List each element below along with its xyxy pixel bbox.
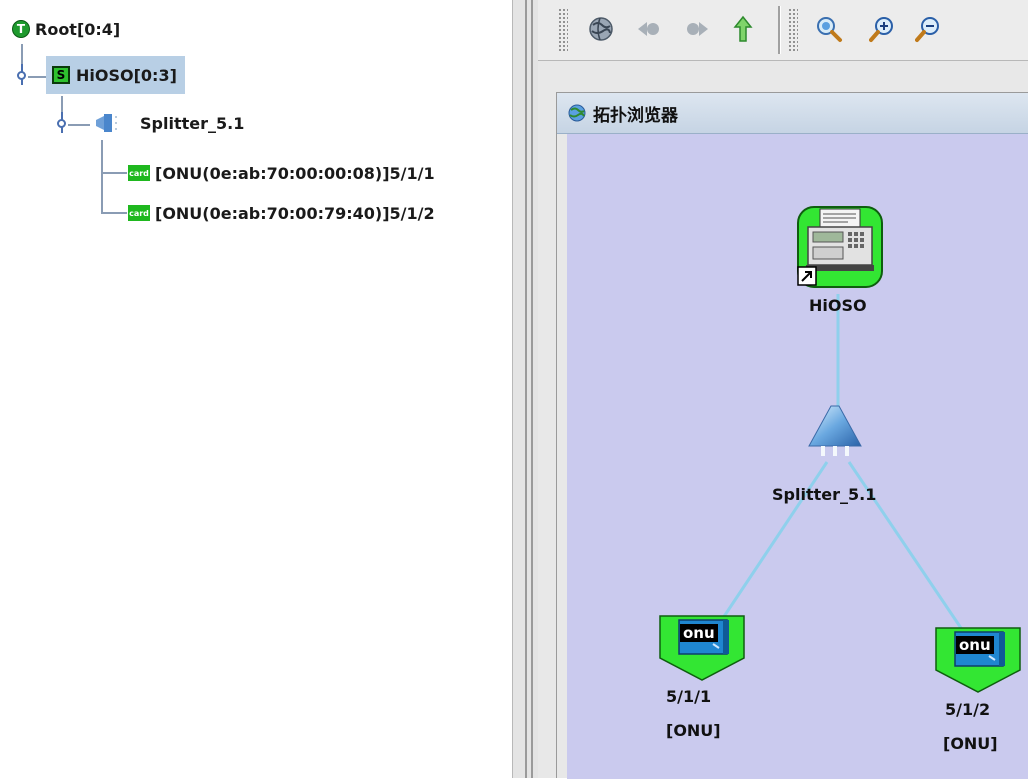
tree-line [68,124,90,126]
splitter-tree-icon [96,114,117,132]
globe-icon [568,104,586,122]
back-icon[interactable] [634,14,664,44]
tree-line [28,76,46,78]
tree-node-onu[interactable]: card [ONU(0e:ab:70:00:00:08)]5/1/1 [128,160,435,186]
onu-node[interactable]: onu [935,626,1021,694]
split-pane-divider[interactable] [512,0,539,778]
tree-line [101,172,127,174]
onu-type-label: [ONU] [943,734,998,753]
device-tree[interactable]: T Root[0:4] S HiOSO[0:3] Splitter_5.1 ca… [0,0,512,778]
tree-node-label: Splitter_5.1 [140,113,245,133]
onu-port-label: 5/1/1 [666,687,712,706]
tree-line [101,212,127,214]
splitter-icon [808,405,862,456]
topology-canvas[interactable]: HiOSO Splitter_5.1 onu 5/1/1 [ONU] onu 5… [567,134,1028,779]
onu-badge: onu [956,636,994,654]
zoom-in-icon[interactable] [868,14,898,44]
up-icon[interactable] [728,14,758,44]
topology-title-bar[interactable]: 拓扑浏览器 [557,93,1028,134]
tree-node-label: Root[0:4] [35,19,121,39]
onu-badge: onu [680,624,718,642]
olt-device-icon [797,206,883,288]
toolbar-grip[interactable] [788,8,798,52]
toolbar-grip[interactable] [558,8,568,52]
onu-type-label: [ONU] [666,721,721,740]
tree-node-root[interactable]: T Root[0:4] [12,16,120,42]
onu-port-label: 5/1/2 [945,700,991,719]
tree-node-label: HiOSO[0:3] [76,65,177,85]
device-icon: S [52,66,70,84]
tree-node-onu[interactable]: card [ONU(0e:ab:70:00:79:40)]5/1/2 [128,200,435,226]
olt-node[interactable] [796,205,884,289]
olt-label: HiOSO [809,296,867,315]
card-icon: card [128,205,150,221]
tree-node-label: [ONU(0e:ab:70:00:79:40)]5/1/2 [155,203,435,223]
tree-node-device[interactable]: S HiOSO[0:3] [46,56,185,94]
splitter-label: Splitter_5.1 [772,485,877,504]
root-icon: T [12,20,30,38]
toolbar-separator [778,6,781,54]
card-icon: card [128,165,150,181]
zoom-fit-icon[interactable] [814,14,844,44]
splitter-node[interactable] [805,404,865,458]
toolbar [538,0,1028,61]
zoom-out-icon[interactable] [914,14,944,44]
globe-icon[interactable] [586,14,616,44]
onu-node[interactable]: onu [659,614,745,682]
tree-line [101,140,103,212]
forward-icon[interactable] [682,14,712,44]
tree-node-label: [ONU(0e:ab:70:00:00:08)]5/1/1 [155,163,435,183]
tree-node-splitter[interactable]: Splitter_5.1 [92,110,244,136]
topology-title: 拓扑浏览器 [593,105,678,126]
topology-browser-panel: 拓扑浏览器 HiOSO Splitter_5.1 onu 5/1/1 [ONU]… [556,92,1028,779]
